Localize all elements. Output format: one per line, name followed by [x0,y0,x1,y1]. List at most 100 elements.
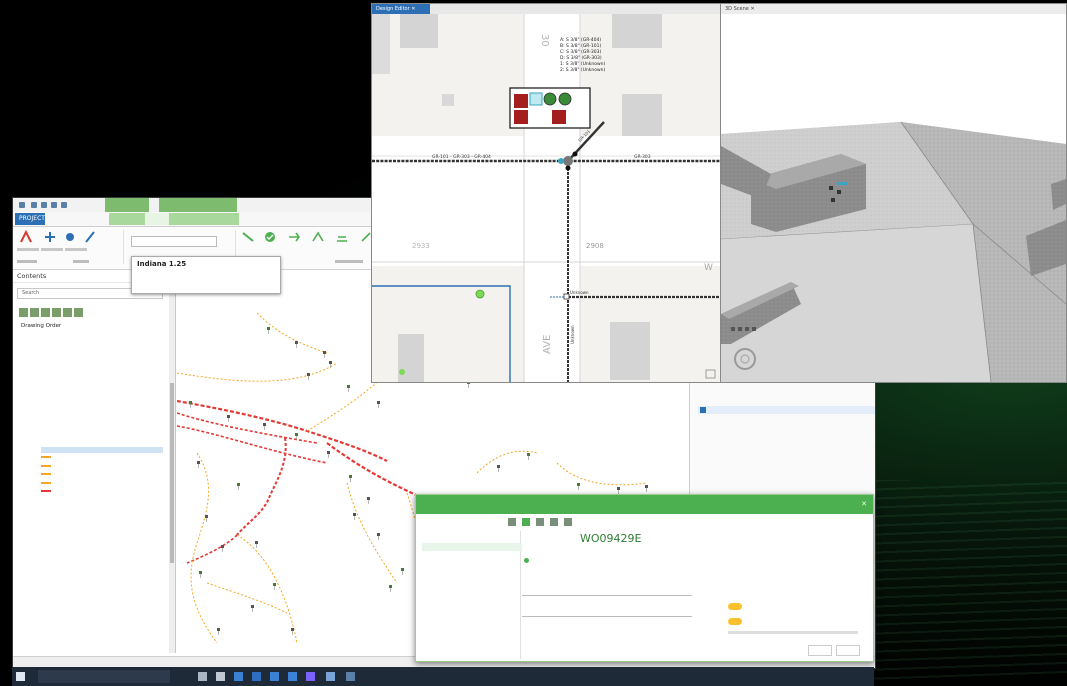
3d-scene-view[interactable] [721,14,1066,382]
transformer-icon[interactable] [514,94,528,108]
transformer-point[interactable] [617,487,620,490]
toc-layer-row[interactable] [41,455,163,461]
transformer-point[interactable] [329,361,332,364]
refresh-icon[interactable] [508,518,516,526]
toc-layer-row[interactable] [27,584,163,590]
toc-layer-row[interactable] [33,387,163,393]
transformer-point[interactable] [377,533,380,536]
transformer-point[interactable] [255,541,258,544]
sync-icon[interactable] [522,518,530,526]
transformer-point[interactable] [263,423,266,426]
subnetwork-icon[interactable] [311,230,325,244]
list-by-selection-icon[interactable] [41,308,50,317]
toc-layer-row[interactable] [33,344,163,350]
transformer-point[interactable] [295,341,298,344]
toc-layer-row[interactable] [41,576,163,582]
ribbon-dropdown[interactable] [131,236,217,247]
list-by-snapping-icon[interactable] [63,308,72,317]
toc-layer-row[interactable] [27,627,163,633]
tab-map[interactable] [47,213,69,225]
task-view-icon[interactable] [198,672,207,681]
toc-layer-row[interactable] [27,619,163,625]
toc-layer-row[interactable] [41,498,163,504]
transformer-icon[interactable] [514,110,528,124]
measure-icon[interactable] [83,230,97,244]
transformer-point[interactable] [577,483,580,486]
transformer-point[interactable] [353,513,356,516]
transformer-point[interactable] [377,401,380,404]
secondary-button[interactable] [808,645,832,656]
green-point-icon[interactable] [399,369,405,375]
transformer-point[interactable] [295,433,298,436]
transformer-point[interactable] [401,568,404,571]
tab-project[interactable]: PROJECT [15,213,45,225]
tab-contextual-2[interactable] [145,213,171,225]
list-by-drawing-order-icon[interactable] [19,308,28,317]
transformer-point[interactable] [205,515,208,518]
open-project-icon[interactable] [41,202,47,208]
store-icon[interactable] [216,672,225,681]
node-icon[interactable] [558,158,564,164]
toc-layer-row[interactable] [27,567,163,573]
field-value-1[interactable] [522,595,692,596]
chrome-icon[interactable] [288,672,297,681]
list-by-source-icon[interactable] [30,308,39,317]
transformer-point[interactable] [291,628,294,631]
list-by-labeling-icon[interactable] [74,308,83,317]
fuse-icon[interactable] [558,92,572,106]
new-project-icon[interactable] [31,202,37,208]
tab-contextual-4[interactable] [195,213,239,225]
tab-contextual-1[interactable] [109,213,145,225]
teams-icon[interactable] [306,672,315,681]
toc-layer-row[interactable] [41,412,163,418]
toc-layer-row[interactable] [41,473,163,479]
toc-layer-row[interactable] [33,369,163,375]
activity-row-1[interactable] [728,603,868,612]
toc-layer-row[interactable] [27,610,163,616]
transformer-point[interactable] [367,497,370,500]
map-icon[interactable] [536,518,544,526]
node-icon[interactable] [565,165,571,171]
work-order-list-item[interactable] [422,543,522,551]
undo-icon[interactable] [61,202,67,208]
transformer-point[interactable] [251,605,254,608]
toc-layer-row[interactable] [33,352,163,358]
clear-selection-icon[interactable] [19,230,33,244]
arcgis-pro-taskbar-icon[interactable] [326,672,335,681]
fuse-icon[interactable] [543,92,557,106]
transformer-point[interactable] [645,485,648,488]
transformer-point[interactable] [267,327,270,330]
app-taskbar-icon[interactable] [346,672,355,681]
activity-row-2[interactable] [728,618,868,627]
list-icon[interactable] [550,518,558,526]
transformer-point[interactable] [227,415,230,418]
toc-layer-row[interactable] [27,404,163,410]
transformer-icon[interactable] [552,110,566,124]
transformer-point[interactable] [527,453,530,456]
toc-layer-row[interactable] [27,533,163,539]
filter-icon[interactable] [564,518,572,526]
close-icon[interactable]: ✕ [861,495,867,514]
pan-tool-icon[interactable] [43,230,57,244]
toc-layer-row[interactable] [27,516,163,522]
transformer-point[interactable] [221,545,224,548]
toc-layer-row[interactable] [27,602,163,608]
toc-layer-row[interactable] [33,378,163,384]
toc-layer-row[interactable] [33,395,163,401]
pole-icon[interactable] [563,156,573,166]
toc-layer-row[interactable] [41,421,163,427]
transformer-point[interactable] [497,465,500,468]
transformer-point[interactable] [199,571,202,574]
save-project-icon[interactable] [51,202,57,208]
field-value-2[interactable] [522,616,692,617]
transformer-point[interactable] [189,401,192,404]
toc-layer-row[interactable] [33,335,163,341]
transformer-point[interactable] [273,583,276,586]
edge-icon[interactable] [234,672,243,681]
transformer-point[interactable] [323,351,326,354]
feature-popup[interactable]: Indiana 1.25 [131,256,281,294]
toc-layer-row[interactable] [41,438,163,444]
toc-layer-row[interactable] [41,490,163,496]
switch-icon[interactable] [529,92,543,106]
primary-button[interactable] [836,645,860,656]
